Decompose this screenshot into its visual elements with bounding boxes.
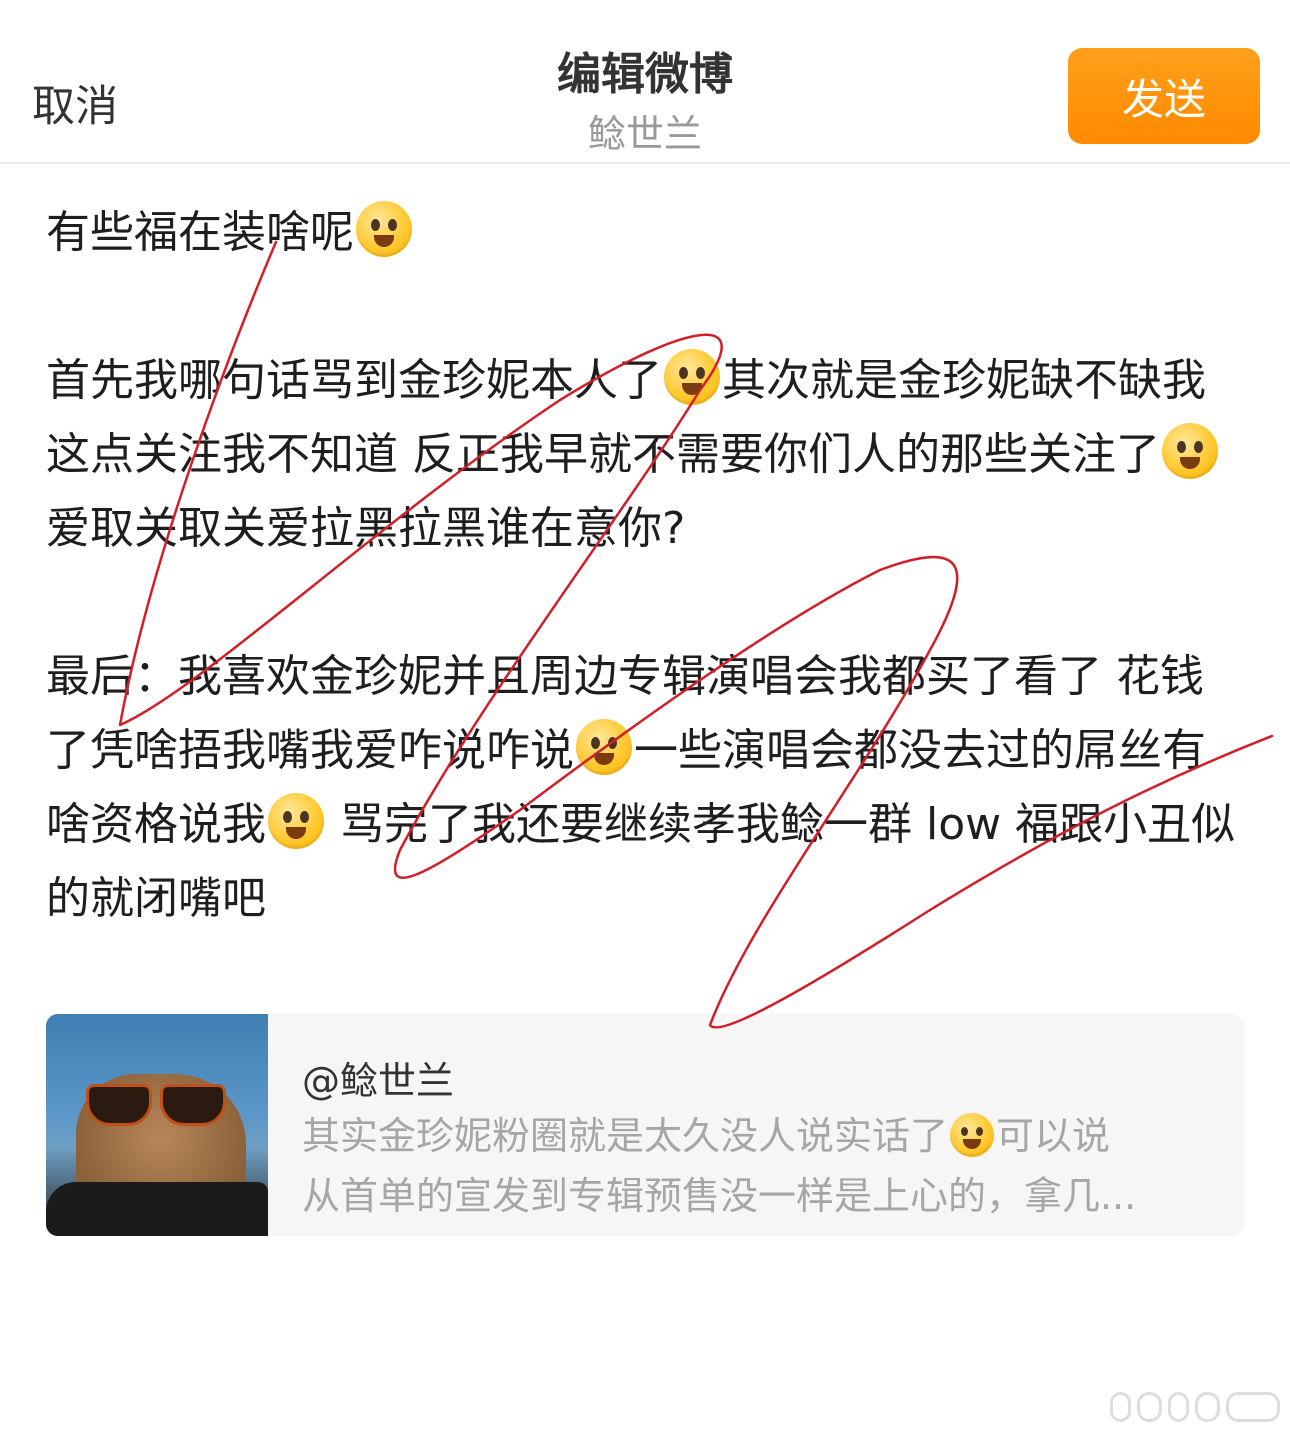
quoted-text-line: 其实金珍妮粉圈就是太久没人说实话了 xyxy=(302,1114,949,1158)
top-bar: 取消 编辑微博 鲶世兰 发送 xyxy=(0,0,1290,164)
blushing-emoji-icon xyxy=(576,719,632,775)
quoted-text-line: 从首单的宣发到专辑预售没一样是上心的，拿几... xyxy=(302,1174,1137,1218)
confused-emoji-icon xyxy=(664,349,720,405)
capybara-thumbnail xyxy=(46,1014,268,1236)
crying-emoji-icon xyxy=(268,793,324,849)
quoted-text: 其实金珍妮粉圈就是太久没人说实话了 可以说 从首单的宣发到专辑预售没一样是上心的，… xyxy=(302,1106,1212,1226)
post-editor[interactable]: 有些福在装啥呢 首先我哪句话骂到金珍妮本人了 其次就是金珍妮缺不缺我这点关注我不知… xyxy=(46,196,1246,936)
watermark-logo xyxy=(1110,1392,1281,1422)
post-paragraph-2: 首先我哪句话骂到金珍妮本人了 其次就是金珍妮缺不缺我这点关注我不知道 反正我早就不… xyxy=(46,344,1246,566)
send-button[interactable]: 发送 xyxy=(1068,48,1260,144)
laugh-cry-emoji-icon xyxy=(950,1113,995,1157)
laugh-cry-emoji-icon xyxy=(1161,423,1218,479)
quoted-text-line: 可以说 xyxy=(996,1114,1111,1158)
flushed-emoji-icon xyxy=(356,201,412,257)
post-paragraph-3: 最后：我喜欢金珍妮并且周边专辑演唱会我都买了看了 花钱了凭啥捂我嘴我爱咋说咋说一… xyxy=(46,640,1246,936)
post-paragraph-1: 有些福在装啥呢 xyxy=(46,196,1246,270)
quoted-username: @鲶世兰 xyxy=(302,1059,455,1103)
post-text: 首先我哪句话骂到金珍妮本人了 xyxy=(46,355,662,406)
post-text: 爱取关取关爱拉黑拉黑谁在意你? xyxy=(46,503,686,554)
quoted-post-card[interactable]: @鲶世兰 其实金珍妮粉圈就是太久没人说实话了 可以说 从首单的宣发到专辑预售没一样… xyxy=(46,1014,1244,1236)
post-text: 有些福在装啥呢 xyxy=(46,207,354,258)
